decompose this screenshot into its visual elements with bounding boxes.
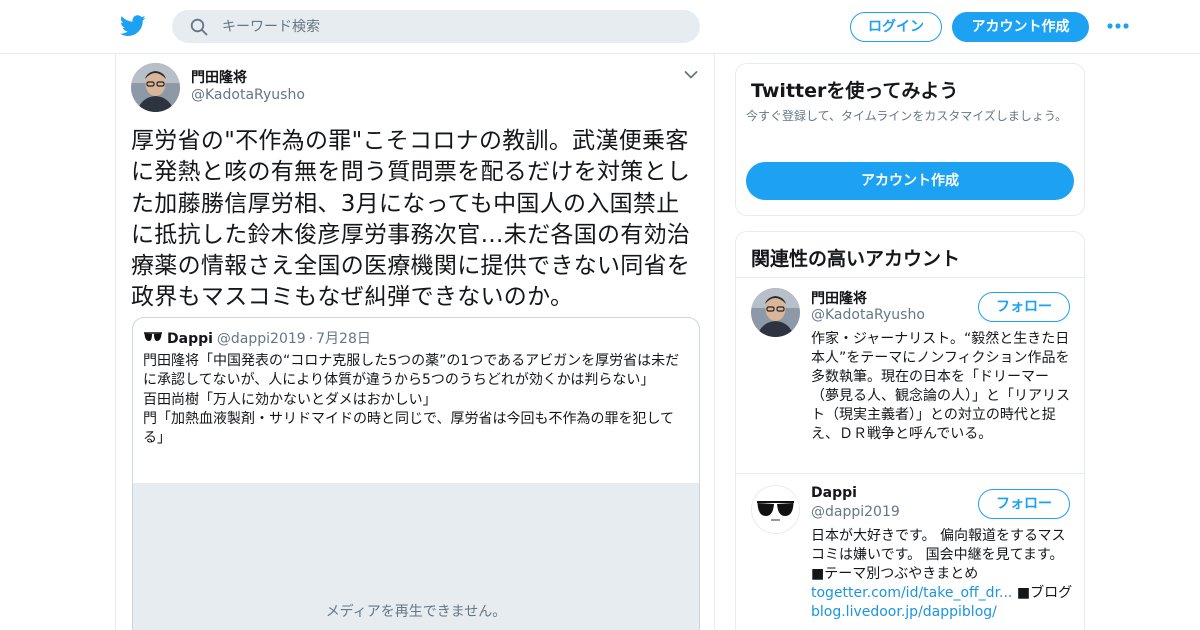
person-photo-icon xyxy=(131,63,180,112)
tweet-column: 門田隆将 @KadotaRyusho 厚労省の"不作為の罪"こそコロナの教訓。武… xyxy=(115,54,715,630)
follow-button[interactable]: フォロー xyxy=(978,489,1070,519)
signup-card-description: 今すぐ登録して、タイムラインをカスタマイズしましょう。 xyxy=(746,109,1068,123)
account-handle[interactable]: @dappi2019 xyxy=(811,504,900,520)
signup-card: Twitterを使ってみよう 今すぐ登録して、タイムラインをカスタマイズしましょ… xyxy=(735,63,1085,216)
account-avatar[interactable] xyxy=(751,288,800,337)
media-player[interactable]: メディアを再生できません。 xyxy=(133,483,699,630)
top-bar: ログイン アカウント作成 xyxy=(0,0,1200,54)
media-error-message: メディアを再生できません。 xyxy=(325,604,507,620)
login-button[interactable]: ログイン xyxy=(850,12,942,42)
quoted-tweet[interactable]: Dappi @dappi2019 · 7月28日 門田隆将「中国発表の“コロナ克服した… xyxy=(132,317,700,630)
search-input[interactable] xyxy=(222,10,682,43)
quote-date[interactable]: 7月28日 xyxy=(316,331,371,347)
quote-header: Dappi @dappi2019 · 7月28日 xyxy=(143,328,371,348)
twitter-bird-icon[interactable] xyxy=(120,14,146,38)
signup-button[interactable]: アカウント作成 xyxy=(952,12,1089,42)
follow-button[interactable]: フォロー xyxy=(978,292,1070,322)
account-avatar[interactable] xyxy=(751,485,800,534)
account-bio: 作家・ジャーナリスト。“毅然と生きた日本人”をテーマにノンフィクション作品を多数… xyxy=(811,331,1070,442)
quote-author-name[interactable]: Dappi xyxy=(167,331,213,347)
more-options-icon[interactable] xyxy=(1107,22,1129,30)
bio-link[interactable]: togetter.com/id/take_off_dr... xyxy=(811,585,1012,601)
tweet-text: 厚労省の"不作為の罪"こそコロナの教訓。武漢便乗客に発熱と咳の有無を問う質問票を… xyxy=(131,128,691,311)
author-name[interactable]: 門田隆将 xyxy=(191,67,247,87)
divider xyxy=(736,473,1084,474)
quote-text: 門田隆将「中国発表の“コロナ克服した5つの薬”の1つであるアビガンを厚労省は未だ… xyxy=(143,352,691,448)
create-account-button[interactable]: アカウント作成 xyxy=(746,162,1074,200)
quote-author-handle[interactable]: @dappi2019 xyxy=(217,331,306,347)
chevron-down-icon[interactable] xyxy=(684,70,698,80)
search-icon xyxy=(190,18,208,36)
quote-line: 門「加熱血液製剤・サリドマイドの時と同じで、厚労省は今回も不作為の罪を犯してる」 xyxy=(143,410,675,447)
sunglasses-icon xyxy=(144,332,162,341)
related-accounts-card: 関連性の高いアカウント 門田隆将 @KadotaRyusho フォロー 作家・ジ… xyxy=(735,231,1085,630)
account-name[interactable]: 門田隆将 xyxy=(811,288,867,308)
related-accounts-title: 関連性の高いアカウント xyxy=(751,248,961,270)
author-avatar[interactable] xyxy=(131,63,180,112)
account-bio: 日本が大好きです。 偏向報道をするマスコミは嫌いです。 国会中継を見てます。 ■… xyxy=(811,527,1073,622)
divider xyxy=(736,277,1084,278)
person-photo-icon xyxy=(751,288,800,337)
account-bio-text: 日本が大好きです。 偏向報道をするマスコミは嫌いです。 国会中継を見てます。 ■… xyxy=(811,528,1066,582)
signup-card-title: Twitterを使ってみよう xyxy=(751,80,959,102)
account-name[interactable]: Dappi xyxy=(811,485,857,501)
account-bio-text: ■ブログ xyxy=(1016,585,1073,601)
quote-separator: · xyxy=(308,331,314,347)
author-handle[interactable]: @KadotaRyusho xyxy=(191,87,305,103)
quote-line: 門田隆将「中国発表の“コロナ克服した5つの薬”の1つであるアビガンを厚労省は未だ… xyxy=(143,353,680,389)
sunglasses-logo-icon xyxy=(752,486,799,533)
account-handle[interactable]: @KadotaRyusho xyxy=(811,307,925,323)
search-box[interactable] xyxy=(172,10,700,43)
bio-link[interactable]: blog.livedoor.jp/dappiblog/ xyxy=(811,604,997,620)
quote-line: 百田尚樹「万人に効かないとダメはおかしい」 xyxy=(143,391,437,408)
